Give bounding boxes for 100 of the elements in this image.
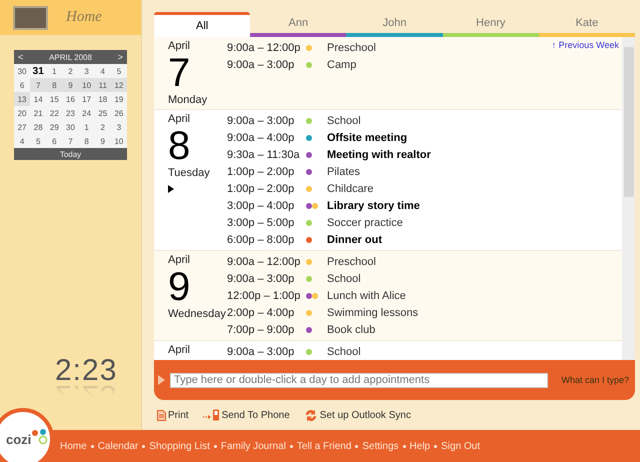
calendar-day[interactable]: 8 bbox=[78, 134, 95, 148]
calendar-day[interactable]: 21 bbox=[30, 106, 46, 120]
action-link[interactable]: Set up Outlook Sync bbox=[304, 408, 411, 422]
calendar-day[interactable]: 26 bbox=[110, 106, 127, 120]
calendar-day[interactable]: 3 bbox=[78, 64, 95, 78]
event-title[interactable]: Lunch with Alice bbox=[327, 290, 406, 302]
circles-icon bbox=[31, 428, 50, 446]
event-title[interactable]: Swimming lessons bbox=[327, 306, 418, 318]
calendar-day[interactable]: 28 bbox=[30, 120, 46, 134]
event-title[interactable]: Dinner out bbox=[327, 234, 382, 246]
calendar-day[interactable]: 25 bbox=[94, 106, 111, 120]
calendar-day[interactable]: 27 bbox=[14, 120, 30, 134]
event-title[interactable]: School bbox=[327, 114, 361, 126]
previous-month-button[interactable]: < bbox=[18, 52, 24, 62]
event-time: 9:00a – 4:00p bbox=[227, 132, 296, 144]
calendar-day[interactable]: 10 bbox=[78, 78, 95, 92]
calendar-day[interactable]: 5 bbox=[30, 134, 46, 148]
clock-time: 2:23 bbox=[55, 354, 118, 388]
calendar-day[interactable]: 8 bbox=[46, 78, 62, 92]
event-time: 7:00p – 9:00p bbox=[227, 324, 296, 336]
event-time: 6:00p – 8:00p bbox=[227, 234, 296, 246]
weekday-label: Monday bbox=[168, 93, 208, 107]
previous-week-link[interactable]: ↑ Previous Week bbox=[552, 40, 619, 50]
weekday-label: Tuesday bbox=[168, 166, 211, 180]
photo-placeholder bbox=[13, 6, 48, 30]
event-title[interactable]: Childcare bbox=[327, 182, 374, 194]
calendar-day[interactable]: 11 bbox=[94, 78, 111, 92]
calendar-day[interactable]: 20 bbox=[14, 106, 30, 120]
calendar-day[interactable]: 4 bbox=[14, 134, 30, 148]
event-time: 9:00a – 12:00p bbox=[227, 256, 302, 268]
event-time: 9:00a – 12:00p bbox=[227, 42, 302, 54]
calendar-day[interactable]: 22 bbox=[46, 106, 62, 120]
calendar-day[interactable]: 4 bbox=[94, 64, 111, 78]
calendar-day[interactable]: 12 bbox=[110, 78, 127, 92]
calendar-day[interactable]: 19 bbox=[110, 92, 127, 106]
event-title[interactable]: Preschool bbox=[327, 42, 376, 54]
calendar-day[interactable]: 15 bbox=[46, 92, 62, 106]
calendar-day[interactable]: 17 bbox=[78, 92, 95, 106]
page-title: Home bbox=[66, 9, 102, 26]
event-time: 1:00p – 2:00p bbox=[227, 182, 296, 194]
calendar-day[interactable]: 14 bbox=[30, 92, 46, 106]
calendar-day[interactable]: 6 bbox=[46, 134, 62, 148]
event-time: 3:00p – 4:00p bbox=[227, 200, 296, 212]
next-month-button[interactable]: > bbox=[118, 52, 123, 62]
event-title[interactable]: Book club bbox=[327, 324, 376, 336]
document-icon bbox=[157, 410, 166, 420]
calendar-day[interactable]: 13 bbox=[14, 92, 30, 106]
event-title[interactable]: Pilates bbox=[327, 166, 360, 178]
event-title[interactable]: Camp bbox=[327, 58, 356, 70]
month-label: April bbox=[168, 253, 192, 267]
calendar-day[interactable]: 2 bbox=[62, 64, 79, 78]
calendar-day[interactable]: 7 bbox=[30, 78, 46, 92]
event-title[interactable]: Meeting with realtor bbox=[327, 148, 431, 160]
action-link[interactable]: Print bbox=[157, 410, 189, 420]
calendar-day[interactable]: 1 bbox=[78, 120, 95, 134]
typing-tips-link[interactable]: What can I type? bbox=[561, 375, 629, 385]
event-time: 9:00a – 3:00p bbox=[227, 346, 296, 358]
calendar-day[interactable]: 10 bbox=[110, 134, 127, 148]
calendar-day[interactable]: 31 bbox=[30, 64, 46, 78]
sync-arrows-icon bbox=[304, 408, 318, 422]
calendar-day[interactable]: 2 bbox=[94, 120, 111, 134]
calendar-day[interactable]: 9 bbox=[62, 78, 79, 92]
month-label: April bbox=[168, 343, 192, 357]
appointment-input-field[interactable]: Type here or double-click a day to add appointments bbox=[170, 372, 548, 388]
person-tab[interactable]: All bbox=[154, 12, 250, 37]
today-button[interactable]: Today bbox=[14, 148, 127, 160]
calendar-day[interactable]: 7 bbox=[62, 134, 79, 148]
event-title[interactable]: Offsite meeting bbox=[327, 132, 408, 144]
event-title[interactable]: School bbox=[327, 272, 361, 284]
triangle-marker-icon bbox=[168, 185, 174, 193]
event-time: 1:00p – 2:00p bbox=[227, 166, 296, 178]
event-title[interactable]: Soccer practice bbox=[327, 216, 403, 228]
event-time: 3:00p – 5:00p bbox=[227, 216, 296, 228]
event-time: 9:30a – 11:30a bbox=[227, 148, 301, 160]
month-label: APRIL 2008 bbox=[49, 52, 92, 62]
calendar-day[interactable]: 30 bbox=[14, 64, 30, 78]
calendar-day[interactable]: 29 bbox=[46, 120, 62, 134]
calendar-day[interactable]: 9 bbox=[94, 134, 111, 148]
calendar-day[interactable]: 16 bbox=[62, 92, 79, 106]
calendar-day[interactable]: 6 bbox=[14, 78, 30, 92]
calendar-day[interactable]: 5 bbox=[110, 64, 127, 78]
calendar-day[interactable]: 23 bbox=[62, 106, 79, 120]
calendar-day[interactable]: 18 bbox=[94, 92, 111, 106]
calendar-day[interactable]: 1 bbox=[46, 64, 62, 78]
scrollbar[interactable] bbox=[622, 37, 635, 360]
day-number: 7 bbox=[168, 53, 192, 93]
logo-text: cozi bbox=[6, 432, 32, 446]
event-time: 12:00p – 1:00p bbox=[227, 290, 302, 302]
calendar-day[interactable]: 24 bbox=[78, 106, 95, 120]
weekday-label: Wednesday bbox=[168, 307, 227, 321]
calendar-day[interactable]: 30 bbox=[62, 120, 79, 134]
event-title[interactable]: School bbox=[327, 346, 361, 358]
event-time: 9:00a – 3:00p bbox=[227, 272, 296, 284]
event-title[interactable]: Library story time bbox=[327, 200, 420, 212]
day-number: 8 bbox=[168, 126, 192, 166]
phone-icon bbox=[202, 409, 220, 421]
action-link[interactable]: Send To Phone bbox=[202, 409, 290, 421]
event-title[interactable]: Preschool bbox=[327, 256, 376, 268]
event-time: 2:00p – 4:00p bbox=[227, 306, 296, 318]
calendar-day[interactable]: 3 bbox=[110, 120, 127, 134]
